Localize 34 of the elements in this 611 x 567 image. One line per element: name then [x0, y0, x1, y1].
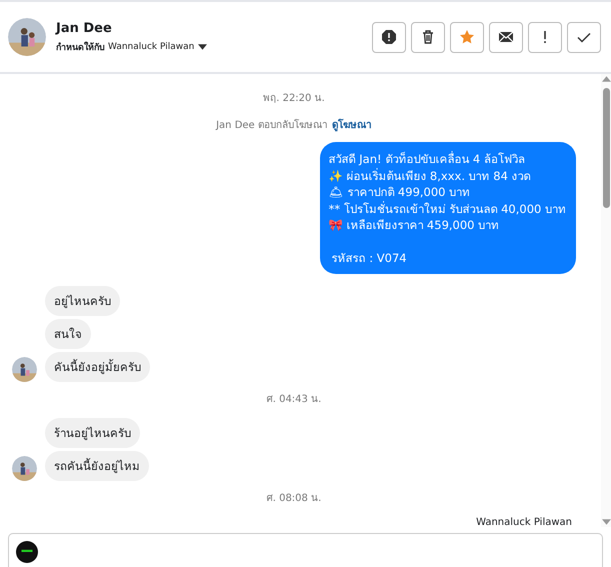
incoming-message: ร้านอยู่ไหนครับ — [45, 418, 140, 448]
incoming-message: รถคันนี้ยังอยู่ไหม — [45, 451, 149, 481]
timestamp: ศ. 08:08 น. — [266, 492, 322, 505]
avatar — [12, 456, 37, 481]
timestamp: พฤ. 22:20 น. — [262, 92, 326, 105]
incoming-message: คันนี้ยังอยู่มั้ยครับ — [45, 352, 150, 382]
star-icon — [459, 29, 475, 45]
view-ad-link[interactable]: ดูโฆษณา — [332, 117, 372, 132]
trash-button[interactable] — [411, 22, 445, 52]
mail-icon — [498, 29, 514, 45]
alert-icon — [381, 29, 397, 45]
reply-box[interactable] — [8, 533, 603, 567]
star-button[interactable] — [450, 22, 484, 52]
check-button[interactable] — [567, 22, 601, 52]
outgoing-message: สวัสดี Jan! ตัวท็อปขับเคลื่อน 4 ล้อโฟวิล ✨ ผ่อนเริ่มต้นเพียง 8,xxx. บาท 84 งวด 🛎 ราคาปกติ 499,000 บาท ** โปรโมชั่นรถเข้าใหม่ รับส่วนลด 40,000 บาท 🎀 เหลือเพียงราคา 459,000 บาท รหัสรถ : V074 — [320, 142, 576, 274]
timestamp: ศ. 04:43 น. — [266, 393, 322, 406]
avatar — [8, 18, 46, 56]
mail-button[interactable] — [489, 22, 523, 52]
trash-icon — [420, 29, 436, 45]
exclamation-button[interactable] — [528, 22, 562, 52]
contact-name: Jan Dee — [56, 20, 113, 36]
incoming-message: อยู่ไหนครับ — [45, 286, 120, 316]
scroll-up-icon[interactable] — [602, 76, 610, 82]
avatar — [16, 541, 38, 563]
sender-name: Wannaluck Pilawan — [476, 517, 572, 527]
notice-text: Jan Dee ตอบกลับโฆษณา — [216, 118, 328, 132]
caret-icon — [198, 44, 208, 50]
avatar — [12, 357, 37, 382]
scroll-down-icon[interactable] — [602, 519, 610, 525]
assignee-dropdown[interactable]: Wannaluck Pilawan — [108, 42, 208, 52]
alert-button[interactable] — [372, 22, 406, 52]
incoming-message: สนใจ — [45, 319, 91, 349]
scrollbar[interactable] — [601, 74, 611, 527]
assign-label: กำหนดให้กับ — [56, 40, 105, 54]
